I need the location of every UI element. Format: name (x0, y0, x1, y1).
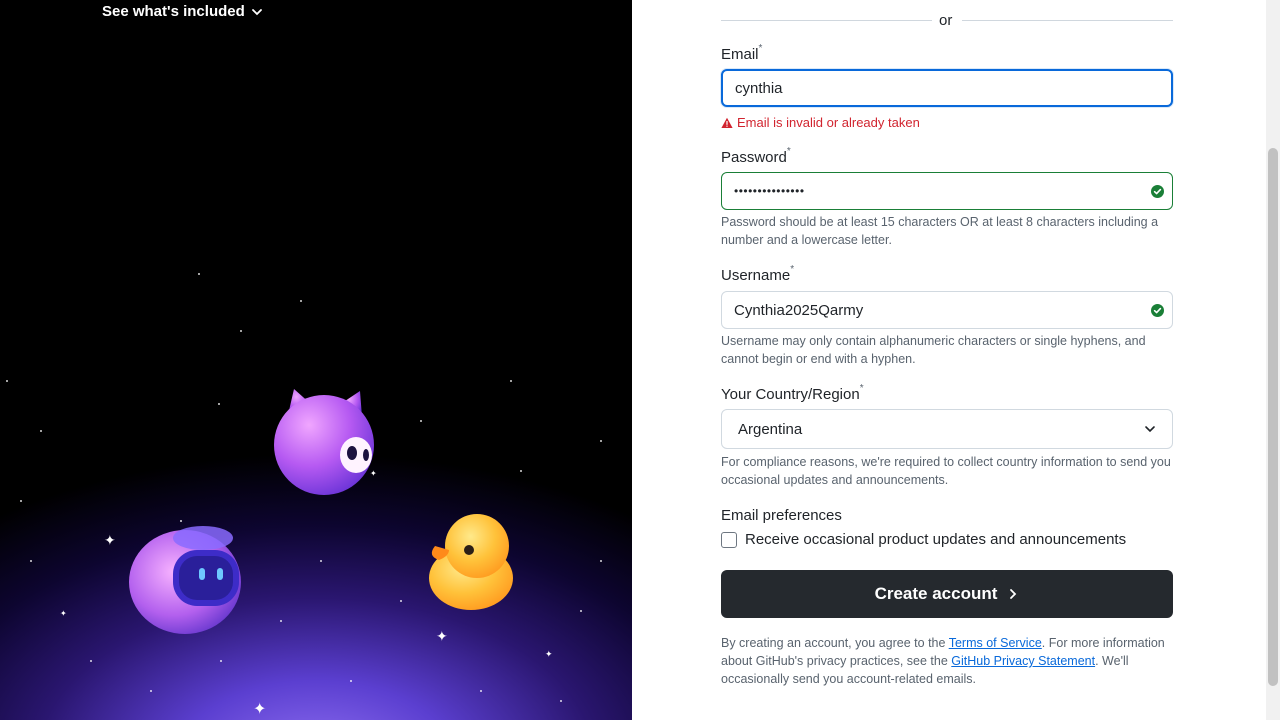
required-marker: * (786, 146, 791, 157)
chevron-right-icon (1010, 589, 1017, 599)
username-field-value: Cynthia2025Qarmy (734, 301, 864, 319)
country-label: Your Country/Region* (721, 383, 864, 403)
octocat-mascot-image (274, 389, 374, 495)
see-whats-included-toggle[interactable]: See what's included (102, 3, 263, 20)
email-label: Email* (721, 43, 763, 63)
rubber-duck-mascot-image (429, 514, 513, 610)
or-divider: or (721, 12, 1173, 30)
divider-line (962, 20, 1173, 21)
email-field-value: cynthia (735, 79, 783, 97)
sparkle-icon: ✦ (60, 609, 67, 618)
see-whats-included-label: See what's included (102, 3, 245, 20)
check-circle-icon (1151, 185, 1164, 198)
email-preferences-checkbox-label: Receive occasional product updates and a… (745, 531, 1127, 548)
password-hint: Password should be at least 15 character… (721, 215, 1159, 247)
email-error-message: Email is invalid or already taken (721, 115, 920, 130)
email-preferences-option[interactable]: Receive occasional product updates and a… (721, 531, 1126, 548)
check-circle-icon (1151, 304, 1164, 317)
privacy-statement-link[interactable]: GitHub Privacy Statement (951, 654, 1095, 668)
sparkle-icon: ✦ (545, 649, 553, 659)
country-hint: For compliance reasons, we're required t… (721, 455, 1171, 487)
page-scrollbar[interactable] (1266, 0, 1280, 720)
legal-notice: By creating an account, you agree to the… (721, 636, 1165, 686)
copilot-robot-mascot-image (129, 526, 241, 634)
terms-of-service-link[interactable]: Terms of Service (949, 636, 1042, 650)
sparkle-icon: ✦ (436, 628, 448, 644)
scrollbar-thumb[interactable] (1268, 148, 1278, 686)
username-field[interactable]: Cynthia2025Qarmy (721, 291, 1173, 329)
required-marker: * (758, 43, 763, 54)
left-promo-panel: See what's included ✦ ✦ ✦ ✦ ✦ ✦ (0, 0, 632, 720)
password-label: Password* (721, 146, 791, 166)
email-preferences-checkbox[interactable] (721, 531, 737, 548)
required-marker: * (790, 264, 795, 275)
sparkle-icon: ✦ (253, 701, 267, 718)
country-select-value: Argentina (738, 420, 803, 438)
sparkle-icon: ✦ (104, 532, 116, 548)
alert-triangle-icon (721, 117, 733, 128)
create-account-button[interactable]: Create account (721, 570, 1173, 618)
username-hint: Username may only contain alphanumeric c… (721, 334, 1146, 366)
password-field-value: ••••••••••••••• (734, 184, 805, 198)
country-select[interactable]: Argentina (721, 409, 1173, 449)
divider-line (721, 20, 932, 21)
email-preferences-title: Email preferences (721, 507, 842, 524)
signup-form-panel: or Email* cynthia Email is invalid or al… (632, 0, 1266, 720)
chevron-down-icon (1145, 426, 1155, 433)
required-marker: * (859, 383, 864, 394)
chevron-down-icon (251, 8, 262, 15)
email-field[interactable]: cynthia (721, 69, 1173, 107)
email-error-text: Email is invalid or already taken (737, 115, 920, 130)
username-label: Username* (721, 264, 795, 284)
password-field[interactable]: ••••••••••••••• (721, 172, 1173, 210)
or-divider-text: or (939, 12, 953, 29)
create-account-button-label: Create account (874, 584, 998, 603)
